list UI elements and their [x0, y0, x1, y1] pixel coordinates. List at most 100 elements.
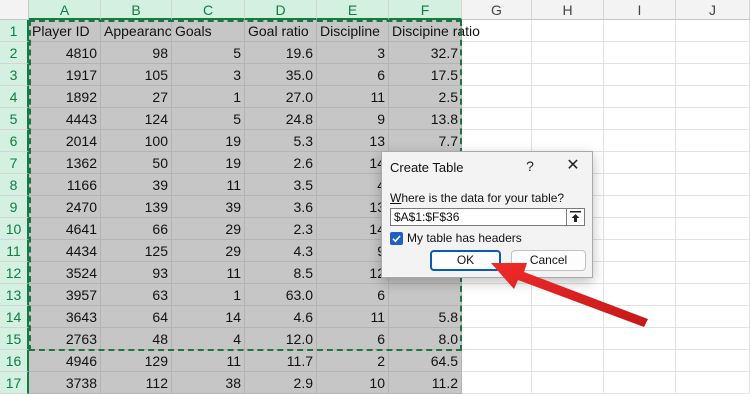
table-cell[interactable] [532, 108, 604, 130]
table-cell[interactable]: 29 [172, 218, 245, 240]
table-cell[interactable]: 4.6 [245, 306, 317, 328]
table-cell[interactable]: 3524 [29, 262, 101, 284]
help-icon[interactable]: ? [522, 158, 538, 174]
table-cell[interactable] [604, 86, 676, 108]
table-cell[interactable]: 98 [101, 42, 172, 64]
row-header-5[interactable]: 5 [0, 108, 29, 130]
cancel-button[interactable]: Cancel [511, 250, 586, 271]
header-cell[interactable] [604, 20, 676, 42]
table-cell[interactable] [676, 328, 750, 350]
close-icon[interactable]: ✕ [564, 157, 582, 175]
table-cell[interactable] [462, 328, 532, 350]
table-cell[interactable]: 24.8 [245, 108, 317, 130]
row-header-4[interactable]: 4 [0, 86, 29, 108]
column-header-i[interactable]: I [604, 0, 676, 20]
table-cell[interactable]: 17.5 [389, 64, 462, 86]
table-cell[interactable]: 27 [101, 86, 172, 108]
table-cell[interactable]: 39 [172, 196, 245, 218]
table-cell[interactable] [462, 130, 532, 152]
table-cell[interactable]: 1917 [29, 64, 101, 86]
table-cell[interactable] [532, 284, 604, 306]
table-cell[interactable]: 13 [317, 130, 389, 152]
table-cell[interactable]: 2470 [29, 196, 101, 218]
table-cell[interactable]: 8.5 [245, 262, 317, 284]
table-cell[interactable]: 105 [101, 64, 172, 86]
table-cell[interactable]: 5 [172, 42, 245, 64]
table-cell[interactable] [462, 350, 532, 372]
table-cell[interactable]: 9 [317, 240, 389, 262]
table-cell[interactable] [604, 262, 676, 284]
table-cell[interactable]: 112 [101, 372, 172, 394]
table-cell[interactable]: 39 [101, 174, 172, 196]
column-header-c[interactable]: C [172, 0, 245, 20]
table-cell[interactable] [676, 152, 750, 174]
table-cell[interactable]: 13.8 [389, 108, 462, 130]
header-cell[interactable]: Appearanc [101, 20, 172, 42]
row-header-1[interactable]: 1 [0, 20, 29, 42]
table-cell[interactable]: 2.3 [245, 218, 317, 240]
table-cell[interactable]: 19.6 [245, 42, 317, 64]
table-cell[interactable]: 1892 [29, 86, 101, 108]
table-cell[interactable] [532, 372, 604, 394]
table-cell[interactable]: 11.2 [389, 372, 462, 394]
table-cell[interactable] [676, 350, 750, 372]
header-cell[interactable]: Goal ratio [245, 20, 317, 42]
table-cell[interactable]: 12 [317, 262, 389, 284]
table-cell[interactable]: 1166 [29, 174, 101, 196]
table-cell[interactable] [604, 108, 676, 130]
column-header-a[interactable]: A [29, 0, 101, 20]
table-cell[interactable]: 64 [101, 306, 172, 328]
ok-button[interactable]: OK [430, 250, 501, 271]
table-cell[interactable]: 4434 [29, 240, 101, 262]
table-cell[interactable]: 100 [101, 130, 172, 152]
table-cell[interactable] [604, 64, 676, 86]
column-header-b[interactable]: B [101, 0, 172, 20]
column-header-g[interactable]: G [462, 0, 532, 20]
table-cell[interactable] [389, 284, 462, 306]
headers-checkbox[interactable] [390, 232, 403, 245]
table-cell[interactable]: 14 [172, 306, 245, 328]
table-cell[interactable]: 4946 [29, 350, 101, 372]
row-header-10[interactable]: 10 [0, 218, 29, 240]
table-cell[interactable]: 124 [101, 108, 172, 130]
table-cell[interactable]: 11 [172, 262, 245, 284]
column-header-h[interactable]: H [532, 0, 604, 20]
row-header-8[interactable]: 8 [0, 174, 29, 196]
table-cell[interactable] [676, 174, 750, 196]
row-header-12[interactable]: 12 [0, 262, 29, 284]
table-cell[interactable] [532, 306, 604, 328]
table-cell[interactable] [462, 284, 532, 306]
table-cell[interactable]: 14 [317, 152, 389, 174]
row-header-6[interactable]: 6 [0, 130, 29, 152]
column-header-e[interactable]: E [317, 0, 389, 20]
table-cell[interactable]: 1362 [29, 152, 101, 174]
table-cell[interactable]: 11 [172, 174, 245, 196]
table-cell[interactable] [676, 64, 750, 86]
table-cell[interactable]: 11 [317, 86, 389, 108]
table-cell[interactable]: 5 [172, 108, 245, 130]
header-cell[interactable] [532, 20, 604, 42]
table-cell[interactable] [676, 306, 750, 328]
table-cell[interactable] [604, 130, 676, 152]
table-cell[interactable]: 3 [172, 64, 245, 86]
select-all-corner[interactable] [0, 0, 29, 20]
table-cell[interactable]: 66 [101, 218, 172, 240]
table-cell[interactable] [604, 328, 676, 350]
row-header-13[interactable]: 13 [0, 284, 29, 306]
table-cell[interactable]: 4 [317, 174, 389, 196]
collapse-dialog-button[interactable] [566, 208, 585, 226]
table-cell[interactable]: 11 [172, 350, 245, 372]
table-cell[interactable]: 2014 [29, 130, 101, 152]
table-cell[interactable] [604, 284, 676, 306]
table-cell[interactable] [462, 42, 532, 64]
row-header-2[interactable]: 2 [0, 42, 29, 64]
table-cell[interactable] [604, 306, 676, 328]
table-cell[interactable]: 2763 [29, 328, 101, 350]
table-cell[interactable] [532, 86, 604, 108]
header-cell[interactable] [462, 20, 532, 42]
row-header-7[interactable]: 7 [0, 152, 29, 174]
table-cell[interactable] [676, 86, 750, 108]
table-cell[interactable]: 11.7 [245, 350, 317, 372]
table-cell[interactable]: 7.7 [389, 130, 462, 152]
table-cell[interactable]: 9 [317, 108, 389, 130]
